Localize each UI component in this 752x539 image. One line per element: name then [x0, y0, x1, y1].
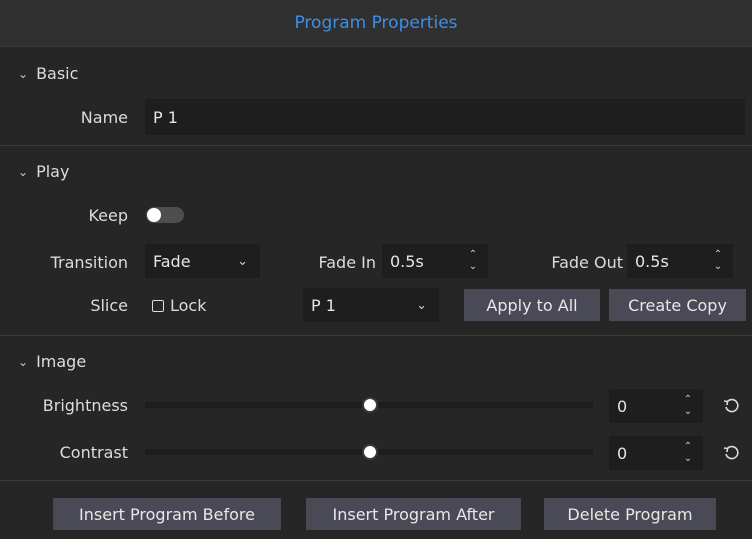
- create-copy-button-label: Create Copy: [628, 295, 727, 315]
- spin-up-icon[interactable]: ⌃: [469, 249, 477, 261]
- reset-icon: [723, 398, 739, 413]
- divider: [0, 335, 752, 336]
- panel-title: Program Properties: [294, 13, 458, 33]
- chevron-down-icon: ⌄: [237, 253, 248, 269]
- spin-buttons[interactable]: ⌃ ⌄: [711, 244, 725, 278]
- name-input[interactable]: P 1: [145, 99, 745, 135]
- spin-down-icon[interactable]: ⌄: [714, 261, 722, 273]
- spin-up-icon[interactable]: ⌃: [684, 441, 692, 453]
- chevron-down-icon: ⌄: [18, 164, 29, 179]
- slice-select-value: P 1: [311, 295, 336, 315]
- spin-up-icon[interactable]: ⌃: [684, 394, 692, 406]
- chevron-down-icon: ⌄: [416, 297, 427, 313]
- toggle-knob: [147, 208, 161, 222]
- delete-program-button[interactable]: Delete Program: [544, 498, 716, 530]
- section-image-header[interactable]: ⌄ Image: [18, 352, 86, 371]
- section-basic-label: Basic: [36, 64, 79, 83]
- name-label: Name: [80, 108, 128, 127]
- insert-program-after-label: Insert Program After: [332, 504, 495, 524]
- keep-label: Keep: [88, 206, 128, 225]
- contrast-value: 0: [617, 443, 628, 463]
- divider: [0, 46, 752, 47]
- slice-label: Slice: [90, 296, 128, 315]
- lock-label: Lock: [170, 296, 207, 315]
- insert-program-before-button[interactable]: Insert Program Before: [53, 498, 281, 530]
- brightness-reset-icon[interactable]: [721, 396, 741, 416]
- contrast-spinbox[interactable]: 0 ⌃ ⌄: [609, 436, 703, 470]
- section-basic-header[interactable]: ⌄ Basic: [18, 64, 78, 83]
- section-play-header[interactable]: ⌄ Play: [18, 162, 69, 181]
- transition-label: Transition: [50, 253, 128, 272]
- apply-to-all-button[interactable]: Apply to All: [464, 289, 600, 321]
- fade-out-label: Fade Out: [551, 253, 623, 272]
- insert-program-after-button[interactable]: Insert Program After: [306, 498, 521, 530]
- brightness-value: 0: [617, 396, 628, 416]
- delete-program-label: Delete Program: [567, 504, 693, 524]
- lock-checkbox[interactable]: Lock: [152, 296, 206, 315]
- section-play-label: Play: [36, 162, 70, 181]
- section-image-label: Image: [36, 352, 87, 371]
- spin-buttons[interactable]: ⌃ ⌄: [681, 436, 695, 470]
- checkbox-box[interactable]: [152, 299, 164, 312]
- transition-select[interactable]: Fade ⌄: [145, 244, 260, 278]
- transition-select-value: Fade: [153, 251, 191, 271]
- fade-out-value: 0.5s: [635, 251, 669, 271]
- slice-select[interactable]: P 1 ⌄: [303, 288, 439, 322]
- fade-out-spinbox[interactable]: 0.5s ⌃ ⌄: [627, 244, 733, 278]
- fade-in-spinbox[interactable]: 0.5s ⌃ ⌄: [382, 244, 488, 278]
- spin-buttons[interactable]: ⌃ ⌄: [466, 244, 480, 278]
- chevron-down-icon: ⌄: [18, 66, 29, 81]
- contrast-reset-icon[interactable]: [721, 443, 741, 463]
- spin-down-icon[interactable]: ⌄: [684, 406, 692, 418]
- brightness-slider-handle[interactable]: [362, 397, 378, 413]
- spin-up-icon[interactable]: ⌃: [714, 249, 722, 261]
- insert-program-before-label: Insert Program Before: [79, 504, 255, 524]
- brightness-label: Brightness: [42, 396, 128, 415]
- apply-to-all-button-label: Apply to All: [486, 295, 578, 315]
- divider: [0, 480, 752, 481]
- contrast-slider-handle[interactable]: [362, 444, 378, 460]
- chevron-down-icon: ⌄: [18, 354, 29, 369]
- divider: [0, 145, 752, 146]
- fade-in-value: 0.5s: [390, 251, 424, 271]
- reset-icon: [723, 445, 739, 460]
- spin-down-icon[interactable]: ⌄: [684, 453, 692, 465]
- spin-buttons[interactable]: ⌃ ⌄: [681, 389, 695, 423]
- brightness-spinbox[interactable]: 0 ⌃ ⌄: [609, 389, 703, 423]
- name-input-value: P 1: [153, 107, 178, 127]
- create-copy-button[interactable]: Create Copy: [609, 289, 746, 321]
- contrast-label: Contrast: [59, 443, 128, 462]
- spin-down-icon[interactable]: ⌄: [469, 261, 477, 273]
- fade-in-label: Fade In: [318, 253, 376, 272]
- panel-title-bar: Program Properties: [0, 0, 752, 46]
- keep-toggle[interactable]: [146, 207, 184, 223]
